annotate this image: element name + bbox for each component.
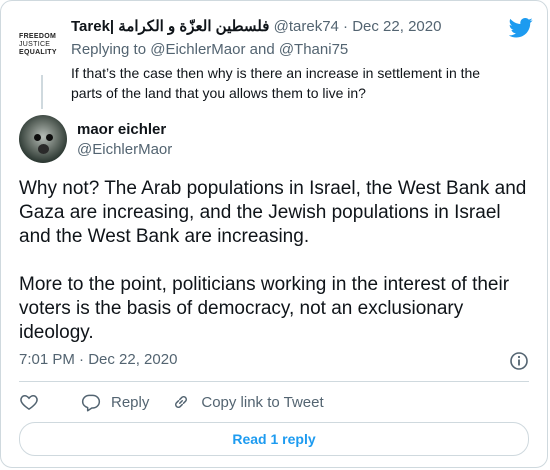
copy-link-button[interactable]: Copy link to Tweet	[171, 392, 324, 412]
author-handle[interactable]: @EichlerMaor	[77, 141, 172, 158]
tweet-actions-bar: Reply Copy link to Tweet	[19, 391, 346, 413]
thread-connector-line	[41, 75, 43, 109]
tweet-paragraph: Why not? The Arab populations in Israel,…	[19, 178, 527, 247]
reply-bubble-icon	[81, 394, 101, 412]
link-icon	[175, 396, 188, 408]
divider	[19, 381, 529, 382]
replying-to-text[interactable]: Replying to @EichlerMaor and @Thani75	[71, 41, 348, 58]
author-avatar[interactable]	[19, 115, 67, 163]
avatar-line-equality: EQUALITY	[19, 49, 57, 56]
heart-icon	[20, 394, 38, 410]
copy-link-label: Copy link to Tweet	[201, 393, 324, 411]
reply-label: Reply	[111, 393, 150, 411]
tweet-paragraph: More to the point, politicians working i…	[19, 274, 510, 343]
like-button[interactable]	[19, 392, 49, 412]
read-replies-button[interactable]: Read 1 reply	[19, 422, 529, 456]
parent-avatar-logo[interactable]: FREEDOM JUSTICE EQUALITY	[19, 25, 65, 65]
parent-display-name[interactable]: Tarek| فلسطين العزّة و الكرامة	[71, 18, 269, 35]
avatar-line-justice: JUSTICE	[19, 41, 51, 48]
parent-handle-date[interactable]: @tarek74 · Dec 22, 2020	[274, 18, 442, 35]
tweet-timestamp[interactable]: 7:01 PM · Dec 22, 2020	[19, 351, 177, 368]
parent-tweet-text: If that’s the case then why is there an …	[71, 65, 481, 101]
author-display-name[interactable]: maor eichler	[77, 121, 166, 138]
tweet-text: Why not? The Arab populations in Israel,…	[19, 177, 529, 345]
parent-tweet-header: Tarek| فلسطين العزّة و الكرامة @tarek74 …	[71, 17, 441, 35]
tweet-embed-card: FREEDOM JUSTICE EQUALITY Tarek| فلسطين ا…	[0, 0, 548, 468]
reply-button[interactable]: Reply	[81, 392, 149, 412]
twitter-bird-icon[interactable]	[509, 15, 533, 39]
avatar-line-freedom: FREEDOM	[19, 33, 57, 40]
info-icon[interactable]	[509, 351, 529, 371]
